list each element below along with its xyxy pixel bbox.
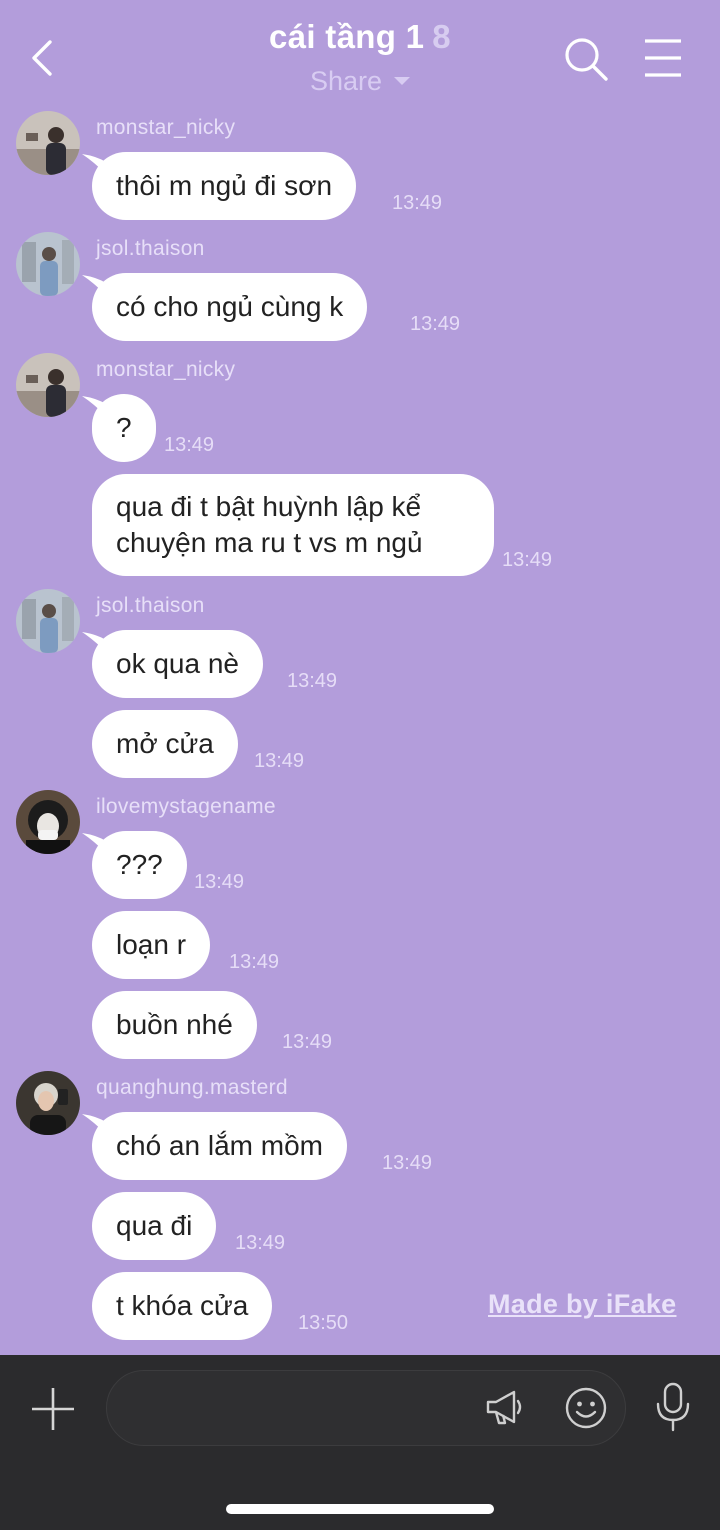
username[interactable]: ilovemystagename — [96, 795, 276, 819]
message-bubble[interactable]: buồn nhé — [92, 991, 257, 1059]
watermark-link[interactable]: Made by iFake — [488, 1289, 676, 1320]
avatar[interactable] — [16, 232, 80, 296]
chat-title[interactable]: cái tầng 18 — [0, 18, 720, 56]
message-time: 13:49 — [235, 1232, 286, 1254]
plus-icon[interactable] — [30, 1386, 76, 1432]
message-bubble[interactable]: qua đi t bật huỳnh lập kể chuyện ma ru t… — [92, 474, 494, 576]
username[interactable]: monstar_nicky — [96, 116, 235, 140]
share-label: Share — [309, 66, 383, 96]
message-time: 13:49 — [282, 1031, 333, 1053]
message-bubble[interactable]: mở cửa — [92, 710, 238, 778]
chat-header: cái tầng 18 Share — [0, 0, 720, 105]
message-time: 13:50 — [298, 1312, 349, 1334]
message-text: ? — [116, 412, 132, 443]
megaphone-icon[interactable] — [484, 1387, 526, 1429]
home-indicator — [226, 1504, 494, 1514]
message-input[interactable] — [106, 1370, 626, 1446]
message-text: buồn nhé — [116, 1009, 233, 1040]
message-time: 13:49 — [254, 750, 305, 772]
avatar-image — [16, 790, 80, 854]
message-time: 13:49 — [382, 1152, 433, 1174]
message-text: t khóa cửa — [116, 1290, 249, 1321]
avatar[interactable] — [16, 790, 80, 854]
message-bubble[interactable]: ? — [92, 394, 156, 462]
message-text: ok qua nè — [116, 648, 239, 679]
microphone-icon[interactable] — [654, 1382, 692, 1432]
message-bubble[interactable]: chó an lắm mồm — [92, 1112, 347, 1180]
message-text: qua đi t bật huỳnh lập kể chuyện ma ru t… — [116, 491, 423, 558]
username[interactable]: monstar_nicky — [96, 358, 235, 382]
message-text: qua đi — [116, 1210, 193, 1241]
avatar-image — [16, 353, 80, 417]
message-text: ??? — [116, 849, 163, 880]
emoji-icon[interactable] — [564, 1386, 608, 1430]
message-bubble[interactable]: ??? — [92, 831, 187, 899]
message-time: 13:49 — [392, 192, 443, 214]
message-bubble[interactable]: có cho ngủ cùng k — [92, 273, 368, 341]
member-count: 8 — [432, 18, 451, 55]
message-time: 13:49 — [194, 871, 245, 893]
message-bubble[interactable]: thôi m ngủ đi sơn — [92, 152, 357, 220]
username[interactable]: jsol.thaison — [96, 594, 205, 618]
chat-title-text: cái tầng 1 — [269, 18, 425, 55]
share-dropdown[interactable]: Share — [0, 66, 720, 97]
avatar[interactable] — [16, 353, 80, 417]
avatar-image — [16, 111, 80, 175]
avatar-image — [16, 589, 80, 653]
message-text: có cho ngủ cùng k — [116, 291, 344, 322]
message-time: 13:49 — [229, 951, 280, 973]
message-text: chó an lắm mồm — [116, 1130, 323, 1161]
menu-icon[interactable] — [642, 38, 684, 78]
message-text: mở cửa — [116, 728, 214, 759]
message-time: 13:49 — [287, 670, 338, 692]
message-time: 13:49 — [410, 313, 461, 335]
avatar[interactable] — [16, 589, 80, 653]
message-text: thôi m ngủ đi sơn — [116, 170, 333, 201]
search-icon[interactable] — [562, 36, 610, 82]
message-text: loạn r — [116, 929, 187, 960]
avatar[interactable] — [16, 1071, 80, 1135]
message-bubble[interactable]: t khóa cửa — [92, 1272, 273, 1340]
avatar-image — [16, 1071, 80, 1135]
username[interactable]: jsol.thaison — [96, 237, 205, 261]
message-bubble[interactable]: qua đi — [92, 1192, 217, 1260]
message-bubble[interactable]: loạn r — [92, 911, 211, 979]
caret-down-icon — [394, 76, 411, 85]
avatar-image — [16, 232, 80, 296]
message-time: 13:49 — [502, 549, 553, 571]
username[interactable]: quanghung.masterd — [96, 1076, 288, 1100]
message-bubble[interactable]: ok qua nè — [92, 630, 263, 698]
avatar[interactable] — [16, 111, 80, 175]
message-time: 13:49 — [164, 434, 215, 456]
